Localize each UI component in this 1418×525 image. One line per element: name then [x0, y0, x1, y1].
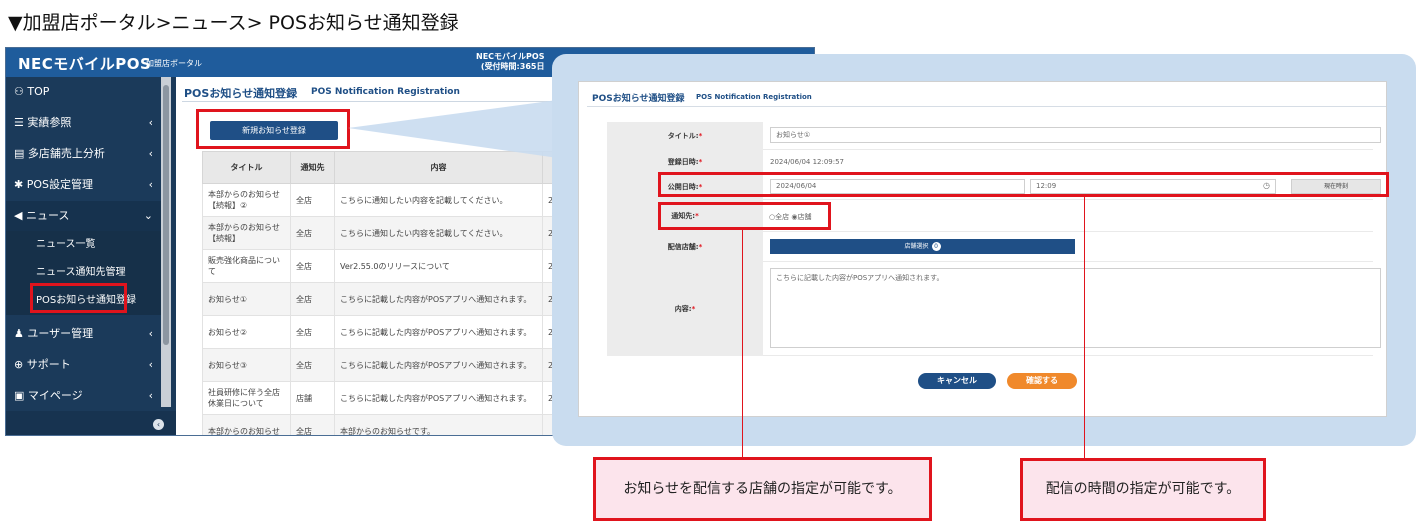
table-row[interactable]: 社員研修に伴う全店休業日について 店舗 こちらに記載した内容がPOSアプリへ通知され… — [202, 381, 563, 415]
sidebar-item-multi-store[interactable]: ▤ 多店舗売上分析 ‹ — [6, 139, 161, 169]
id-card-icon: ▣ — [14, 389, 25, 402]
title-input[interactable]: お知らせ① — [770, 127, 1381, 143]
divider — [587, 106, 1386, 107]
callout-time: 配信の時間の指定が可能です。 — [1020, 458, 1266, 521]
chevron-left-icon: ‹ — [148, 178, 153, 191]
form-title: POSお知らせ通知登録 — [592, 94, 685, 104]
table-row[interactable]: 本部からのお知らせ【続報】 全店 こちらに通知したい内容を記載してください。 2 — [202, 216, 563, 250]
sidebar-footer — [6, 411, 176, 435]
content-textarea[interactable]: こちらに記載した内容がPOSアプリへ通知されます。 — [770, 268, 1381, 348]
topbar-info: NECモバイルPOS (受付時間:365日 — [476, 52, 545, 71]
megaphone-icon: ◀ — [14, 209, 23, 222]
callout-store: お知らせを配信する店舗の指定が可能です。 — [593, 457, 932, 521]
brand-logo[interactable]: NECモバイルPOS — [18, 53, 151, 74]
highlight-sidebar-item — [30, 283, 127, 313]
highlight-publish-row — [658, 172, 1389, 197]
chevron-left-icon: ‹ — [148, 327, 153, 340]
chevron-left-icon: ‹ — [148, 147, 153, 160]
sidebar-scroll-thumb[interactable] — [163, 85, 169, 345]
connector-time — [1084, 197, 1085, 458]
users-icon: ♟ — [14, 327, 24, 340]
table-row[interactable]: お知らせ① 全店 こちらに記載した内容がPOSアプリへ通知されます。 2 — [202, 282, 563, 316]
support-icon: ⊕ — [14, 358, 24, 371]
registered-datetime: 2024/06/04 12:09:57 — [770, 158, 845, 166]
store-select-button[interactable]: 店舗選択 0 — [770, 239, 1075, 254]
dashboard-icon: ⚇ — [14, 85, 24, 98]
table-row[interactable]: 本部からのお知らせ 全店 本部からのお知らせです。 — [202, 414, 563, 435]
sidebar: ⚇ TOP ☰ 実績参照 ‹ ▤ 多店舗売上分析 ‹ ✱ POS設定管理 ‹ ◀… — [6, 77, 176, 435]
label-content: 内容:* — [607, 262, 763, 356]
column-header-target[interactable]: 通知先 — [290, 151, 335, 184]
confirm-button[interactable]: 確認する — [1007, 373, 1077, 389]
highlight-target-row — [658, 202, 831, 230]
table-row[interactable]: 本部からのお知らせ【続報】② 全店 こちらに通知したい内容を記載してください。 2 — [202, 183, 563, 217]
form-subtitle: POS Notification Registration — [696, 93, 812, 101]
zoom-wedge — [348, 98, 572, 160]
brand-subtitle: 加盟店ポータル — [146, 59, 202, 68]
chevron-left-icon: ‹ — [148, 116, 153, 129]
highlight-new-button — [196, 109, 350, 149]
table-row[interactable]: お知らせ③ 全店 こちらに記載した内容がPOSアプリへ通知されます。 2 — [202, 348, 563, 382]
database-icon: ▤ — [14, 147, 25, 160]
chevron-left-icon: ‹ — [148, 389, 153, 402]
label-stores: 配信店舗:* — [607, 232, 763, 262]
list-icon: ☰ — [14, 116, 24, 129]
sidebar-item-news[interactable]: ◀ ニュース ⌄ — [6, 201, 161, 231]
connector-store — [742, 230, 743, 458]
chevron-left-icon: ‹ — [148, 358, 153, 371]
table-row[interactable]: お知らせ② 全店 こちらに記載した内容がPOSアプリへ通知されます。 2 — [202, 315, 563, 349]
notification-table: タイトル 通知先 内容 本部からのお知らせ【続報】② 全店 こちらに通知したい内容を… — [202, 151, 563, 435]
cancel-button[interactable]: キャンセル — [918, 373, 996, 389]
collapse-sidebar-icon[interactable]: ‹ — [153, 419, 164, 430]
chevron-down-icon: ⌄ — [143, 209, 153, 222]
sidebar-item-pos-settings[interactable]: ✱ POS設定管理 ‹ — [6, 170, 161, 200]
page-heading: ▼加盟店ポータル>ニュース> POSお知らせ通知登録 — [8, 12, 459, 34]
sidebar-item-mypage[interactable]: ▣ マイページ ‹ — [6, 381, 161, 411]
label-registered: 登録日時:* — [607, 150, 763, 174]
sidebar-item-top[interactable]: ⚇ TOP — [6, 77, 161, 107]
page-title: POSお知らせ通知登録 — [184, 87, 298, 100]
column-header-title[interactable]: タイトル — [202, 151, 291, 184]
sidebar-item-support[interactable]: ⊕ サポート ‹ — [6, 350, 161, 380]
store-count-badge: 0 — [931, 242, 941, 251]
sidebar-sub-news-list[interactable]: ニュース一覧 — [6, 231, 161, 259]
gear-icon: ✱ — [14, 178, 24, 191]
table-row[interactable]: 販売強化商品について 全店 Ver2.55.0のリリースについて 2 — [202, 249, 563, 283]
sidebar-item-results[interactable]: ☰ 実績参照 ‹ — [6, 108, 161, 138]
sidebar-item-users[interactable]: ♟ ユーザー管理 ‹ — [6, 319, 161, 349]
registration-form: POSお知らせ通知登録 POS Notification Registratio… — [578, 81, 1387, 417]
label-title: タイトル:* — [607, 122, 763, 150]
